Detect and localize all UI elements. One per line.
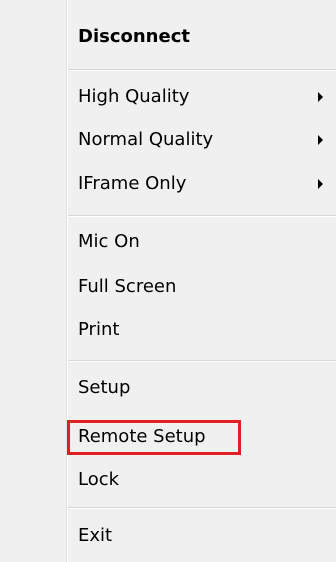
remote-setup-highlight-box	[67, 420, 241, 455]
menu-separator	[68, 69, 336, 71]
menu-item-full-screen[interactable]: Full Screen	[78, 272, 176, 302]
menu-item-high-quality[interactable]: High Quality	[78, 82, 189, 112]
submenu-arrow-icon	[318, 135, 323, 145]
menu-item-setup[interactable]: Setup	[78, 373, 130, 403]
menu-item-iframe-only[interactable]: IFrame Only	[78, 169, 186, 199]
menu-item-disconnect[interactable]: Disconnect	[78, 22, 190, 52]
menu-item-mic-on[interactable]: Mic On	[78, 227, 140, 257]
menu-gutter-divider-highlight	[67, 0, 68, 562]
menu-item-exit[interactable]: Exit	[78, 521, 112, 551]
menu-item-lock[interactable]: Lock	[78, 465, 119, 495]
menu-item-print[interactable]: Print	[78, 315, 119, 345]
menu-separator	[68, 507, 336, 509]
menu-item-normal-quality[interactable]: Normal Quality	[78, 125, 213, 155]
menu-separator	[68, 360, 336, 362]
context-menu: Disconnect High Quality Normal Quality I…	[0, 0, 336, 562]
submenu-arrow-icon	[318, 179, 323, 189]
submenu-arrow-icon	[318, 92, 323, 102]
menu-separator	[68, 215, 336, 217]
